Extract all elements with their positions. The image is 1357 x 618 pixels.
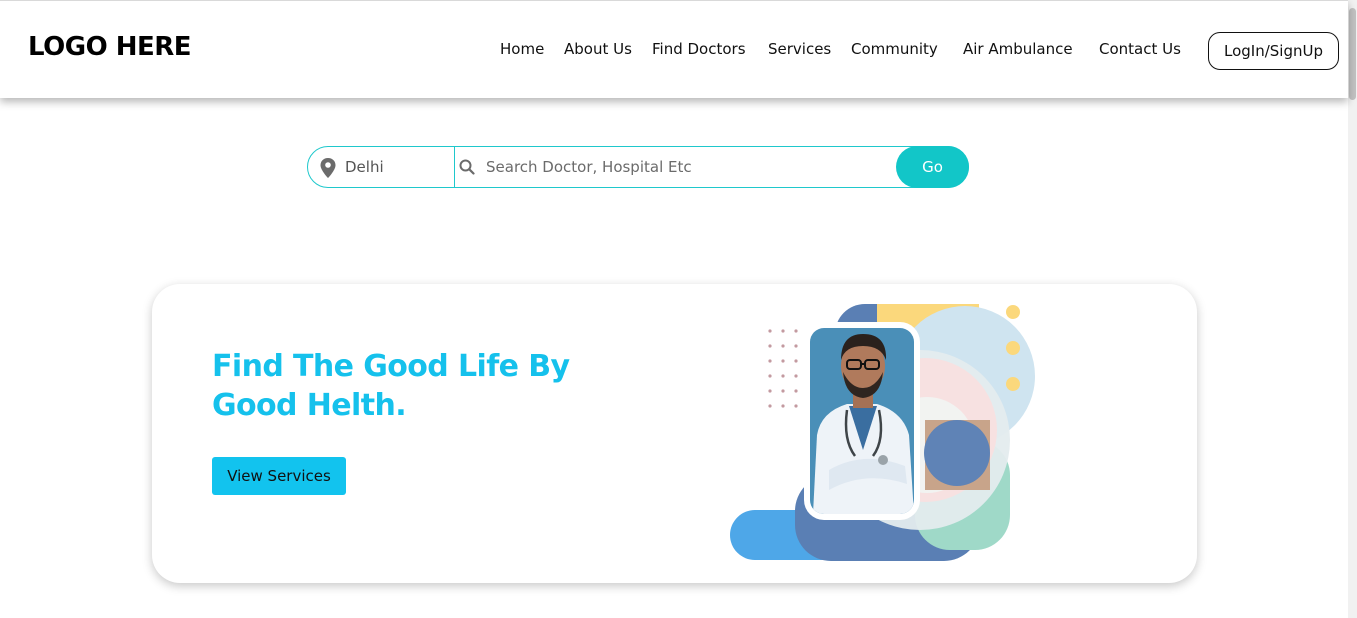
- doctor-illustration: [730, 304, 1035, 561]
- search-icon: [459, 159, 475, 175]
- search-input[interactable]: [486, 153, 886, 181]
- scrollbar-thumb[interactable]: [1349, 8, 1356, 100]
- nav-community[interactable]: Community: [851, 40, 938, 58]
- login-signup-button[interactable]: LogIn/SignUp: [1208, 32, 1339, 70]
- nav-air-ambulance[interactable]: Air Ambulance: [963, 40, 1073, 58]
- nav-contact-us[interactable]: Contact Us: [1099, 40, 1181, 58]
- location-select[interactable]: Delhi: [345, 158, 384, 176]
- logo[interactable]: LOGO HERE: [28, 32, 192, 62]
- nav-about-us[interactable]: About Us: [564, 40, 632, 58]
- search-divider: [454, 147, 455, 187]
- search-bar: Delhi Go: [307, 146, 969, 188]
- nav-services[interactable]: Services: [768, 40, 831, 58]
- nav-home[interactable]: Home: [500, 40, 544, 58]
- hero-title-line-1: Find The Good Life By: [212, 349, 570, 384]
- go-button[interactable]: Go: [896, 146, 969, 188]
- location-pin-icon: [320, 158, 336, 178]
- view-services-button[interactable]: View Services: [212, 457, 346, 495]
- hero-title-line-2: Good Helth.: [212, 388, 407, 423]
- site-header: LOGO HERE Home About Us Find Doctors Ser…: [0, 0, 1348, 98]
- nav-find-doctors[interactable]: Find Doctors: [652, 40, 746, 58]
- hero-title: Find The Good Life By Good Helth.: [212, 347, 632, 425]
- page-scrollbar[interactable]: [1348, 0, 1357, 618]
